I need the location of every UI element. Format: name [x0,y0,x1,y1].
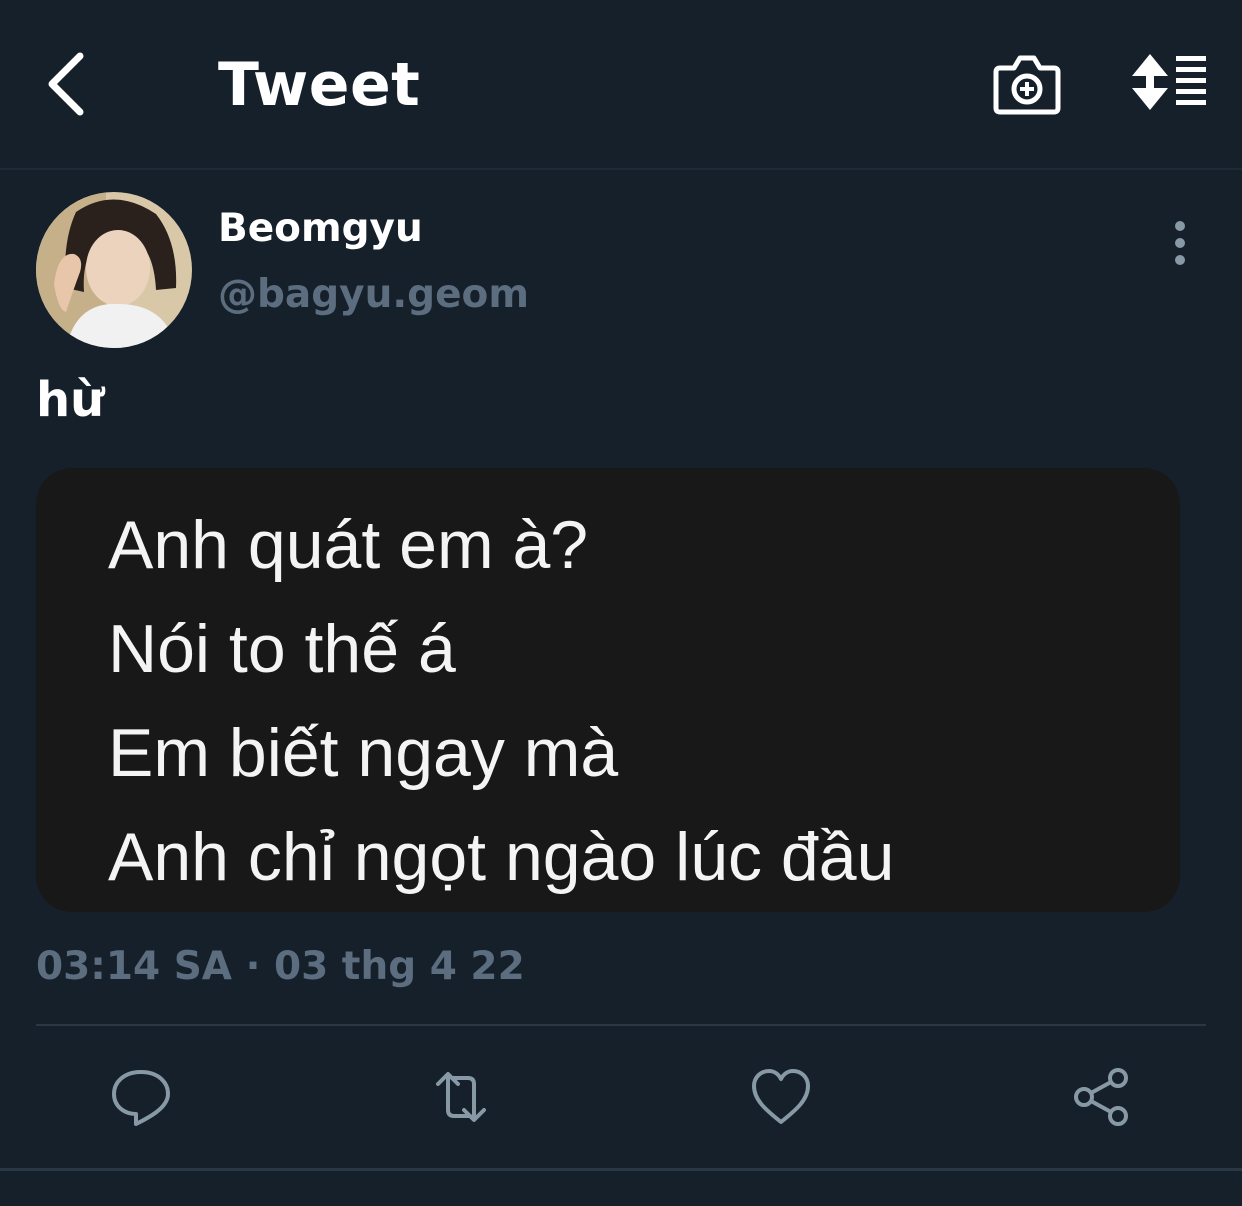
media-text-line: Anh quát em à? [108,507,589,583]
divider [0,1168,1242,1171]
more-vertical-icon [1175,221,1185,265]
retweet-button[interactable] [426,1062,496,1132]
media-text-line: Em biết ngay mà [108,715,619,791]
divider [36,1024,1206,1026]
more-options-button[interactable] [1160,218,1200,268]
tweet-media-image[interactable]: Anh quát em à? Nói to thế á Em biết ngay… [36,468,1180,912]
tweet-text: hừ [36,372,105,428]
like-icon [752,1069,810,1124]
reply-button[interactable] [106,1062,176,1132]
reply-icon [112,1070,170,1126]
tweet-timestamp[interactable]: 03:14 SA · 03 thg 4 22 [36,944,525,989]
camera-add-icon [993,55,1061,115]
author-display-name[interactable]: Beomgyu [218,206,423,251]
like-button[interactable] [746,1062,816,1132]
retweet-icon [436,1072,486,1122]
page-title: Tweet [218,50,421,120]
chevron-left-icon [48,52,84,116]
sort-button[interactable] [1130,50,1210,116]
author-handle[interactable]: @bagyu.geom [218,272,529,317]
share-icon [1074,1068,1128,1126]
avatar[interactable] [36,192,192,348]
media-text-line: Nói to thế á [108,611,456,687]
profile-photo [36,192,192,348]
camera-button[interactable] [992,52,1062,116]
media-text-line: Anh chỉ ngọt ngào lúc đầu [108,819,895,895]
top-navigation-bar: Tweet [0,0,1242,170]
back-button[interactable] [38,48,98,120]
share-button[interactable] [1066,1062,1136,1132]
sort-list-icon [1132,54,1206,110]
